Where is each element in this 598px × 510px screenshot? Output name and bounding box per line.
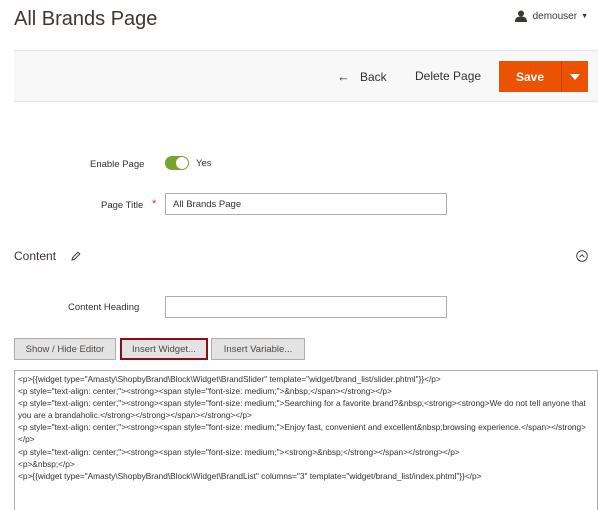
content-heading-input[interactable]: [165, 296, 447, 318]
page-title: All Brands Page: [14, 8, 158, 30]
required-indicator: *: [152, 198, 157, 210]
content-section-title[interactable]: Content: [14, 249, 56, 263]
toggle-knob: [176, 157, 188, 169]
content-editor-textarea[interactable]: <p>{{widget type="Amasty\ShopbyBrand\Blo…: [14, 370, 598, 510]
save-options-toggle[interactable]: [562, 61, 588, 92]
insert-widget-button[interactable]: Insert Widget...: [120, 338, 208, 360]
save-split-button: Save: [499, 61, 588, 92]
pencil-icon[interactable]: [71, 251, 81, 261]
page-actions-bar: ← Back Delete Page Save: [14, 50, 598, 102]
user-name: demouser: [532, 10, 578, 22]
enable-page-value: Yes: [196, 158, 212, 169]
page-title-label: Page Title: [101, 200, 144, 211]
back-label: Back: [360, 69, 387, 84]
arrow-left-icon: ←: [337, 69, 350, 84]
content-heading-label: Content Heading: [68, 302, 140, 313]
chevron-down-icon: ▼: [581, 12, 588, 20]
back-button[interactable]: ← Back: [337, 69, 387, 84]
save-button[interactable]: Save: [499, 61, 562, 92]
page-title-input[interactable]: [165, 193, 447, 215]
user-menu[interactable]: demouser ▼: [514, 10, 588, 22]
enable-page-toggle[interactable]: [165, 156, 189, 170]
caret-down-icon: [570, 73, 580, 80]
show-hide-editor-button[interactable]: Show / Hide Editor: [14, 338, 116, 360]
enable-page-label: Enable Page: [90, 159, 145, 170]
user-icon: [514, 10, 527, 22]
delete-page-button[interactable]: Delete Page: [415, 69, 481, 83]
insert-variable-button[interactable]: Insert Variable...: [211, 338, 305, 360]
chevron-up-circle-icon[interactable]: [576, 250, 588, 262]
